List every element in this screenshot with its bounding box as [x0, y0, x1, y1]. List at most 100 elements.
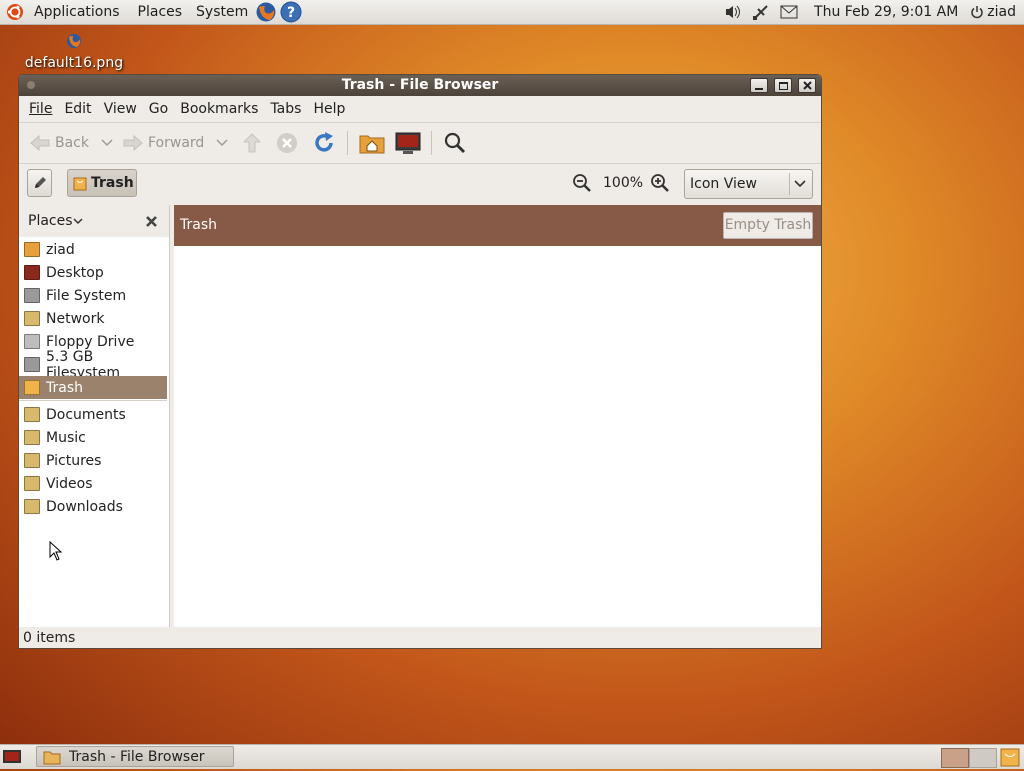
file-browser-window: Trash - File Browser File Edit View Go B… [18, 74, 822, 649]
forward-label: Forward [148, 135, 205, 151]
reload-button[interactable] [312, 123, 336, 163]
clock[interactable]: Thu Feb 29, 9:01 AM [809, 0, 963, 24]
svg-text:?: ? [287, 5, 295, 21]
pencil-icon [34, 177, 46, 188]
applications-menu[interactable]: Applications [29, 0, 125, 24]
chevron-down-icon[interactable] [73, 218, 83, 225]
firefox-icon[interactable] [255, 0, 277, 24]
sidebar-title[interactable]: Places [28, 213, 73, 229]
sidebar-item-label: Network [46, 310, 105, 327]
up-button[interactable] [241, 123, 263, 163]
window-title: Trash - File Browser [341, 77, 499, 93]
zoom-out-button[interactable] [572, 173, 592, 197]
sidebar-item-ziad[interactable]: ziad [19, 238, 167, 261]
floppy-icon [24, 334, 40, 349]
places-menu[interactable]: Places [133, 0, 188, 24]
show-desktop-icon [3, 750, 21, 763]
top-panel: Applications Places System ? Thu Feb 29,… [0, 0, 1024, 25]
toggle-location-button[interactable] [27, 169, 52, 197]
back-button[interactable]: Back [29, 123, 113, 163]
trash-applet[interactable] [999, 747, 1021, 767]
menu-view[interactable]: View [98, 96, 143, 122]
bookmark-item-videos[interactable]: Videos [19, 472, 167, 495]
system-menu[interactable]: System [191, 0, 253, 24]
close-button[interactable] [798, 78, 816, 93]
harddisk-icon [24, 357, 40, 372]
bookmark-item-pictures[interactable]: Pictures [19, 449, 167, 472]
sidebar-item-network[interactable]: Network [19, 307, 167, 330]
zoom-in-button[interactable] [650, 173, 670, 197]
menu-file[interactable]: File [23, 96, 58, 122]
view-mode-select[interactable]: Icon View [684, 169, 813, 199]
workspace-1[interactable] [941, 748, 969, 768]
empty-trash-button[interactable]: Empty Trash [723, 212, 813, 239]
mail-icon[interactable] [778, 0, 800, 24]
computer-icon [395, 132, 421, 154]
taskbar-window-label: Trash - File Browser [69, 748, 205, 765]
chevron-down-icon [794, 180, 806, 188]
sidebar-item-5-3-gb-filesystem[interactable]: 5.3 GB Filesystem [19, 349, 167, 381]
network-icon[interactable] [750, 0, 772, 24]
toolbar-separator [431, 131, 432, 155]
search-button[interactable] [444, 123, 466, 163]
trash-info-bar: Trash Empty Trash [174, 205, 821, 246]
menu-edit[interactable]: Edit [58, 96, 97, 122]
desktop-file-icon[interactable]: default16.png [24, 33, 124, 71]
toolbar-separator [347, 131, 348, 155]
bookmark-item-label: Videos [46, 475, 93, 492]
desktop-file-label: default16.png [24, 55, 124, 71]
user-menu[interactable]: ziad [985, 0, 1024, 24]
home-folder-icon [359, 135, 385, 154]
help-icon[interactable]: ? [280, 0, 302, 24]
zoom-level[interactable]: 100% [603, 175, 643, 191]
videos-folder-icon [24, 476, 40, 491]
sidebar-item-label: Desktop [46, 264, 104, 281]
menu-bookmarks[interactable]: Bookmarks [174, 96, 264, 122]
content-pane[interactable]: Trash Empty Trash [174, 205, 821, 627]
bottom-panel: Trash - File Browser [0, 744, 1024, 769]
bookmark-item-music[interactable]: Music [19, 426, 167, 449]
window-titlebar[interactable]: Trash - File Browser [19, 75, 821, 96]
bookmark-item-label: Downloads [46, 498, 123, 515]
menu-tabs[interactable]: Tabs [264, 96, 307, 122]
documents-folder-icon [24, 407, 40, 422]
menu-go[interactable]: Go [143, 96, 174, 122]
path-button-label: Trash [91, 175, 134, 191]
bookmark-item-label: Documents [46, 406, 126, 423]
select-divider [789, 173, 790, 195]
sidebar-item-desktop[interactable]: Desktop [19, 261, 167, 284]
sidebar-item-label: File System [46, 287, 127, 304]
minimize-icon [755, 87, 763, 90]
back-arrow-icon [30, 134, 50, 152]
menu-file-label: File [29, 101, 53, 117]
power-icon[interactable] [969, 0, 985, 24]
taskbar-window-button[interactable]: Trash - File Browser [36, 746, 234, 767]
stop-button[interactable] [276, 123, 298, 163]
pictures-folder-icon [24, 453, 40, 468]
chevron-down-icon [101, 139, 113, 147]
home-button[interactable] [359, 123, 385, 163]
harddisk-icon [24, 288, 40, 303]
bookmark-item-documents[interactable]: Documents [19, 403, 167, 426]
mouse-cursor-icon [49, 541, 63, 561]
workspace-2[interactable] [969, 748, 997, 768]
ubuntu-logo-icon[interactable] [4, 0, 26, 24]
computer-button[interactable] [395, 123, 421, 163]
minimize-button[interactable] [750, 78, 768, 93]
sidebar-item-trash[interactable]: Trash [19, 376, 167, 399]
volume-icon[interactable] [722, 0, 744, 24]
sidebar-item-file-system[interactable]: File System [19, 284, 167, 307]
places-sidebar: Places ziad Desktop File System Network Flop… [19, 205, 170, 627]
forward-button[interactable]: Forward [122, 123, 228, 163]
maximize-button[interactable] [774, 78, 792, 93]
bookmark-item-label: Pictures [46, 452, 102, 469]
downloads-folder-icon [24, 499, 40, 514]
close-icon [802, 81, 812, 90]
sidebar-item-label: ziad [46, 241, 75, 258]
zoom-out-icon [573, 174, 591, 192]
close-sidebar-icon[interactable] [145, 215, 158, 228]
bookmark-item-downloads[interactable]: Downloads [19, 495, 167, 518]
menu-help[interactable]: Help [307, 96, 351, 122]
path-button-trash[interactable]: Trash [67, 169, 137, 197]
show-desktop-button[interactable] [2, 748, 22, 766]
